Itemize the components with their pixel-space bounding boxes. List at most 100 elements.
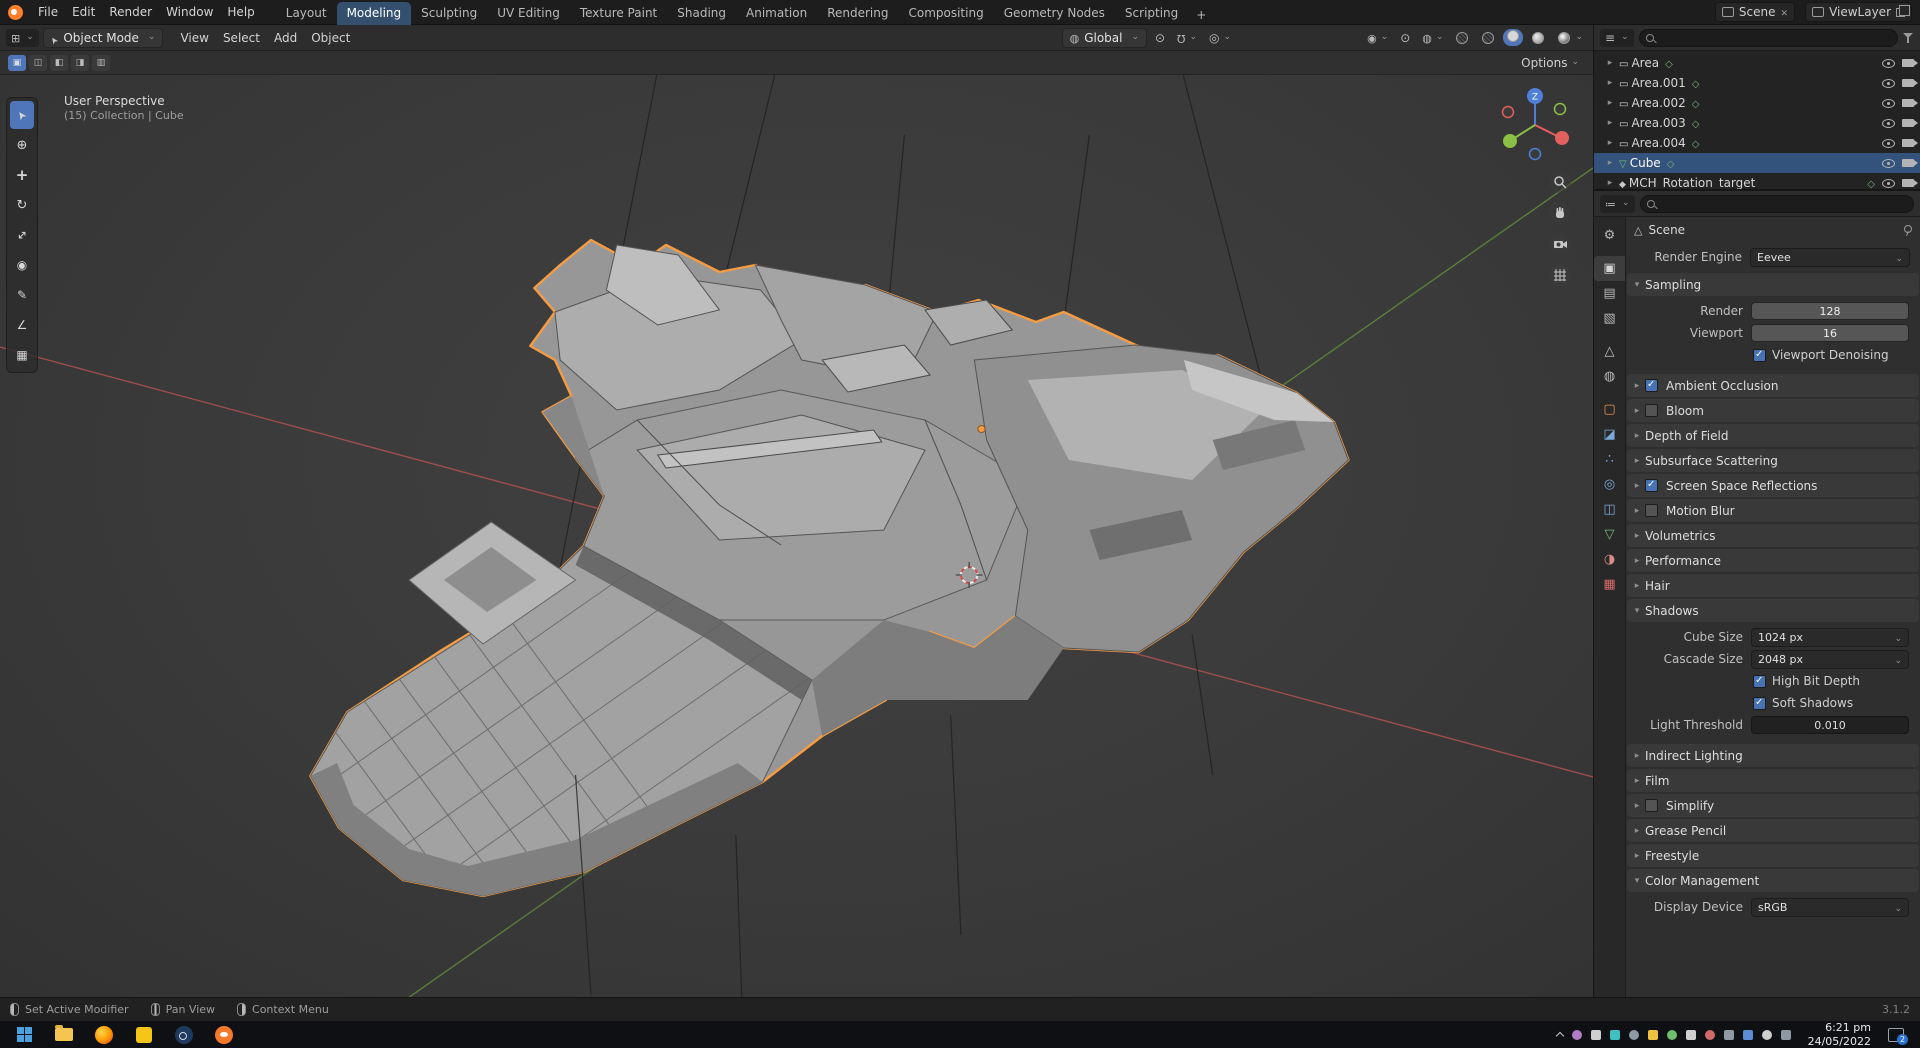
tray-icon[interactable] (1628, 1029, 1639, 1040)
move-tool[interactable] (10, 161, 34, 189)
outliner-row-area[interactable]: Area (1594, 53, 1920, 73)
indirect-lighting-header[interactable]: Indirect Lighting (1627, 744, 1919, 767)
viewlayer-selector[interactable]: ViewLayer (1805, 2, 1912, 22)
workspace-tab-layout[interactable]: Layout (276, 2, 337, 25)
workspace-tab-rendering[interactable]: Rendering (817, 2, 898, 25)
editor-type-button[interactable] (6, 28, 39, 47)
scale-tool[interactable] (10, 221, 34, 249)
workspace-tab-texture-paint[interactable]: Texture Paint (570, 2, 667, 25)
tab-texture-properties[interactable] (1594, 572, 1625, 597)
scene-selector[interactable]: Scene (1714, 2, 1796, 22)
disable-in-render-icon[interactable] (1902, 99, 1918, 107)
disclosure-icon[interactable] (1604, 78, 1616, 88)
tray-icon[interactable] (1761, 1029, 1772, 1040)
workspace-tab-scripting[interactable]: Scripting (1115, 2, 1188, 25)
tab-view-layer-properties[interactable] (1594, 306, 1625, 331)
tray-icon[interactable] (1685, 1029, 1696, 1040)
outliner-search-input[interactable] (1657, 31, 1891, 44)
pivot-point-button[interactable] (1151, 29, 1169, 47)
display-device-dropdown[interactable]: sRGB (1751, 897, 1909, 917)
workspace-tab-compositing[interactable]: Compositing (898, 2, 993, 25)
camera-view-button[interactable] (1549, 233, 1571, 255)
outliner-row-area002[interactable]: Area.002 (1594, 93, 1920, 113)
tray-icon[interactable] (1666, 1029, 1677, 1040)
hide-in-viewport-icon[interactable] (1882, 138, 1895, 148)
outliner-row-area001[interactable]: Area.001 (1594, 73, 1920, 93)
cursor-tool[interactable] (10, 131, 34, 159)
hide-in-viewport-icon[interactable] (1882, 98, 1895, 108)
select-mode-invert-icon[interactable] (71, 54, 89, 71)
volumetrics-header[interactable]: Volumetrics (1627, 524, 1919, 547)
disclosure-icon[interactable] (1604, 98, 1616, 108)
bloom-checkbox[interactable] (1645, 404, 1658, 417)
disable-in-render-icon[interactable] (1902, 159, 1918, 167)
pan-button[interactable] (1549, 202, 1571, 224)
properties-editor-type-button[interactable] (1600, 194, 1635, 213)
disable-in-render-icon[interactable] (1902, 79, 1918, 87)
workspace-tab-shading[interactable]: Shading (667, 2, 736, 25)
properties-search[interactable] (1639, 194, 1914, 213)
outliner-editor-type-button[interactable] (1600, 28, 1634, 47)
disclosure-icon[interactable] (1604, 138, 1616, 148)
viewport-canvas[interactable]: User Perspective (15) Collection | Cube … (0, 75, 1593, 997)
tray-icon[interactable] (1590, 1029, 1601, 1040)
motion-blur-checkbox[interactable] (1645, 504, 1658, 517)
new-viewlayer-icon[interactable] (1896, 4, 1910, 17)
tray-icon[interactable] (1742, 1029, 1753, 1040)
shading-wireframe-button[interactable] (1477, 30, 1499, 46)
blender-logo-icon[interactable] (8, 4, 23, 20)
disclosure-icon[interactable] (1604, 158, 1616, 168)
hide-in-viewport-icon[interactable] (1882, 118, 1895, 128)
performance-header[interactable]: Performance (1627, 549, 1919, 572)
simplify-header[interactable]: Simplify (1627, 794, 1919, 817)
annotate-tool[interactable] (10, 281, 34, 309)
disable-in-render-icon[interactable] (1902, 179, 1918, 187)
freestyle-header[interactable]: Freestyle (1627, 844, 1919, 867)
filter-icon[interactable] (1903, 32, 1914, 43)
transform-orientation-dropdown[interactable]: Global (1061, 27, 1148, 48)
disable-in-render-icon[interactable] (1902, 139, 1918, 147)
menu-render[interactable]: Render (102, 2, 159, 22)
toggle-xray-button[interactable] (1451, 30, 1473, 46)
select-mode-set-icon[interactable] (8, 54, 26, 71)
cube-size-dropdown[interactable]: 1024 px (1751, 627, 1909, 647)
workspace-tab-sculpting[interactable]: Sculpting (411, 2, 487, 25)
film-header[interactable]: Film (1627, 769, 1919, 792)
select-mode-subtract-icon[interactable] (50, 54, 68, 71)
taskbar-clock[interactable]: 6:21 pm 24/05/2022 (1808, 1021, 1871, 1048)
toggle-perspective-button[interactable] (1549, 264, 1571, 286)
shading-rendered-button[interactable] (1553, 30, 1587, 46)
shadows-header[interactable]: Shadows (1627, 599, 1919, 622)
tab-scene-properties[interactable] (1594, 339, 1625, 364)
workspace-tab-modeling[interactable]: Modeling (336, 1, 412, 25)
tab-material-properties[interactable] (1594, 547, 1625, 572)
outliner-row-area003[interactable]: Area.003 (1594, 113, 1920, 133)
tab-object-properties[interactable] (1594, 397, 1625, 422)
transform-tool[interactable] (10, 251, 34, 279)
ssr-checkbox[interactable] (1645, 479, 1658, 492)
notification-center-button[interactable]: 2 (1888, 1027, 1908, 1045)
mode-dropdown[interactable]: Object Mode (42, 27, 164, 48)
show-overlays-button[interactable] (1418, 29, 1447, 47)
spaceship-model[interactable] (206, 205, 1350, 997)
render-samples-field[interactable]: 128 (1751, 302, 1909, 320)
navigation-gizmo[interactable]: Z (1493, 83, 1577, 167)
disable-in-render-icon[interactable] (1902, 119, 1918, 127)
show-gizmo-button[interactable] (1396, 29, 1414, 47)
viewport-samples-field[interactable]: 16 (1751, 324, 1909, 342)
tab-tool[interactable] (1594, 223, 1625, 248)
high-bit-depth-checkbox[interactable] (1753, 674, 1766, 688)
steam-button[interactable] (164, 1021, 204, 1048)
disclosure-icon[interactable] (1604, 178, 1616, 188)
outliner-row-mch-rotation-target[interactable]: MCH_Rotation_target (1594, 173, 1920, 189)
tab-output-properties[interactable] (1594, 281, 1625, 306)
rotate-tool[interactable] (10, 191, 34, 219)
tray-icon[interactable] (1609, 1029, 1620, 1040)
unlink-scene-icon[interactable] (1781, 5, 1789, 19)
add-cube-tool[interactable] (10, 341, 34, 369)
tray-icon[interactable] (1571, 1029, 1582, 1040)
measure-tool[interactable] (10, 311, 34, 339)
simplify-checkbox[interactable] (1645, 799, 1658, 812)
tab-particle-properties[interactable] (1594, 447, 1625, 472)
tab-object-data-properties[interactable] (1594, 522, 1625, 547)
